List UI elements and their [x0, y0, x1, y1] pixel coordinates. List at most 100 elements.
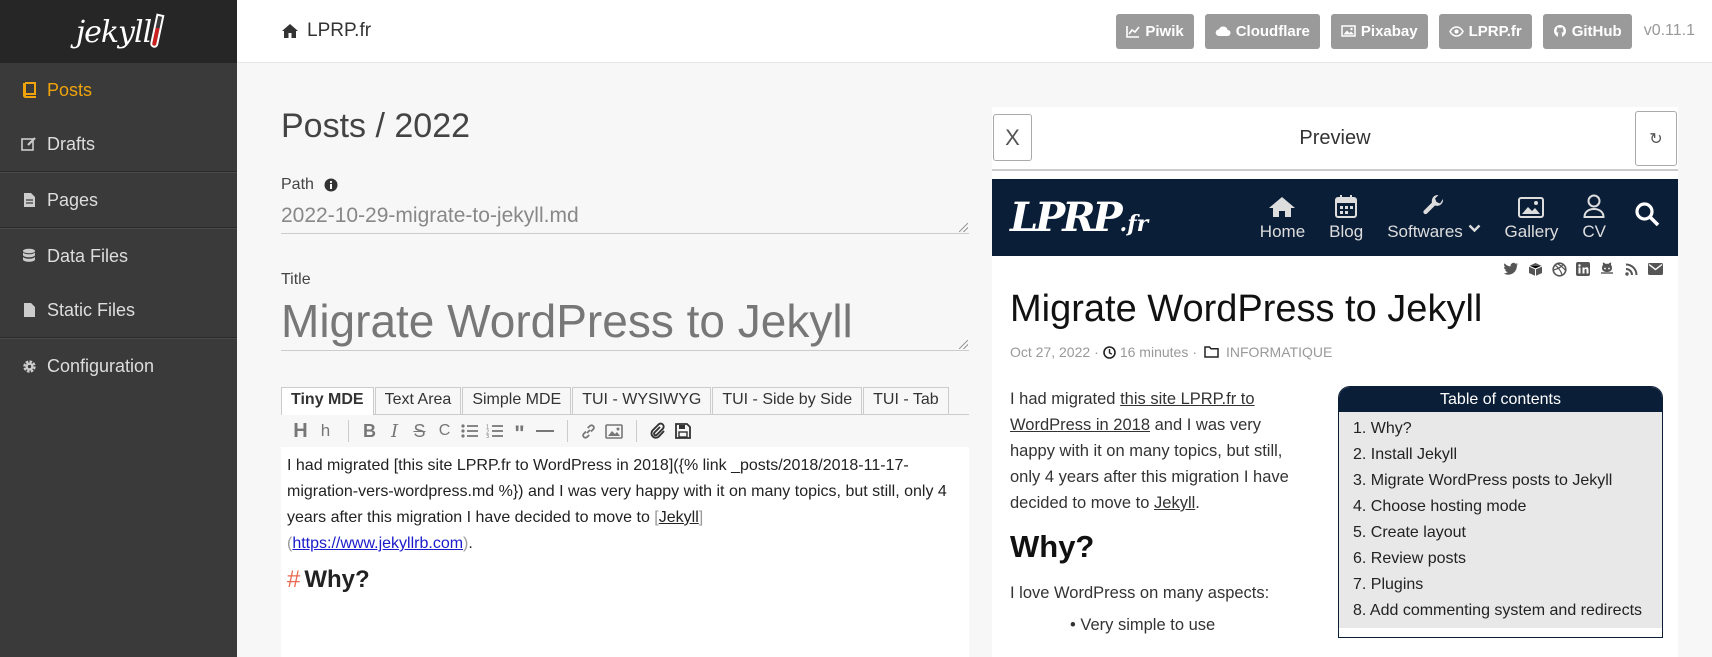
markdown-editor[interactable]: I had migrated [this site LPRP.fr to Wor… [281, 447, 969, 657]
title-input-value: Migrate WordPress to Jekyll [281, 295, 853, 347]
database-icon [20, 248, 38, 264]
section-paragraph: I love WordPress on many aspects: [1010, 584, 1270, 602]
article-title: Migrate WordPress to Jekyll [1010, 288, 1483, 330]
piwik-button[interactable]: Piwik [1116, 13, 1194, 49]
site-menu-label: Home [1259, 221, 1306, 241]
site-menu-label: Gallery [1504, 221, 1559, 241]
reading-time: 16 minutes [1119, 344, 1189, 360]
tab-tiny-mde[interactable]: Tiny MDE [281, 387, 374, 415]
sidebar-item-label: Static Files [47, 299, 136, 320]
strikethrough-icon[interactable]: S [408, 419, 431, 443]
github-icon[interactable] [1599, 261, 1615, 277]
article-meta: Oct 27, 2022 · 16 minutes · INFORMATIQUE [1010, 344, 1678, 360]
pixabay-button[interactable]: Pixabay [1330, 13, 1428, 49]
toc-item[interactable]: 6. Review posts [1353, 546, 1648, 572]
dribbble-icon[interactable] [1551, 261, 1567, 277]
refresh-preview-button[interactable]: ↻ [1635, 111, 1677, 166]
article-date: Oct 27, 2022 [1010, 344, 1091, 360]
sidebar-item-posts[interactable]: Posts [0, 63, 237, 117]
path-input-value: 2022-10-29-migrate-to-jekyll.md [281, 204, 579, 227]
close-preview-button[interactable]: X [993, 114, 1032, 161]
sidebar-item-configuration[interactable]: Configuration [0, 339, 237, 393]
image-icon[interactable] [602, 419, 625, 443]
site-logo-suffix: .fr [1119, 211, 1149, 237]
title-input[interactable]: Migrate WordPress to Jekyll [281, 295, 969, 351]
table-of-contents: Table of contents 1. Why? 2. Install Jek… [1338, 386, 1663, 638]
site-menu-blog[interactable]: Blog [1329, 194, 1363, 242]
toc-item[interactable]: 5. Create layout [1353, 520, 1648, 546]
toc-item[interactable]: 8. Add commenting system and redirects [1353, 598, 1648, 624]
toolbar-divider [348, 420, 349, 442]
tab-simple-mde[interactable]: Simple MDE [462, 387, 572, 414]
jekyll-logo[interactable]: jekyll [0, 0, 237, 63]
paragraph-text: I had migrated [this site LPRP.fr to Wor… [287, 457, 947, 526]
numbered-list-icon[interactable]: 123 [483, 419, 506, 443]
bold-icon[interactable]: B [358, 419, 381, 443]
intro-paragraph: I had migrated this site LPRP.fr to Word… [1010, 386, 1310, 516]
site-menu-label: Softwares [1387, 222, 1480, 242]
sidebar-item-drafts[interactable]: Drafts [0, 117, 237, 171]
toc-item[interactable]: 7. Plugins [1353, 572, 1648, 598]
preview-header: X Preview ↻ [992, 107, 1678, 171]
view-site-button[interactable]: LPRP.fr [1438, 13, 1532, 49]
site-search-button[interactable] [1634, 201, 1660, 232]
post-editor: Posts / 2022 Path 2022-10-29-migrate-to-… [281, 63, 969, 657]
site-menu-gallery[interactable]: Gallery [1504, 196, 1559, 242]
mail-icon[interactable] [1647, 261, 1663, 277]
tab-tui-wysiwyg[interactable]: TUI - WYSIWYG [572, 387, 712, 414]
linkedin-icon[interactable] [1575, 261, 1591, 277]
top-bar: LPRP.fr Piwik Cloudflare Pixabay LPRP.fr… [237, 0, 1712, 63]
rss-icon[interactable] [1623, 261, 1639, 277]
site-breadcrumb[interactable]: LPRP.fr [281, 20, 371, 42]
preview-title: Preview [1299, 126, 1371, 149]
resize-handle[interactable] [959, 340, 968, 349]
eye-icon [1448, 25, 1464, 37]
article-category[interactable]: INFORMATIQUE [1226, 344, 1332, 360]
tab-tui-tab[interactable]: TUI - Tab [863, 387, 949, 414]
github-button[interactable]: GitHub [1542, 13, 1632, 49]
heading-1-icon[interactable]: H [289, 419, 312, 443]
save-icon[interactable] [671, 419, 694, 443]
horizontal-rule-icon[interactable] [533, 419, 556, 443]
heading-marker: # [287, 566, 301, 593]
italic-icon[interactable]: I [383, 419, 406, 443]
heading-2-icon[interactable]: h [314, 419, 337, 443]
bullet-list-icon[interactable] [458, 419, 481, 443]
link-text[interactable]: Jekyll [659, 509, 699, 526]
tab-text-area[interactable]: Text Area [374, 387, 462, 414]
toc-item[interactable]: 2. Install Jekyll [1353, 442, 1648, 468]
heading-text: Why? [304, 566, 370, 593]
path-label: Path [281, 176, 969, 194]
twitter-icon[interactable] [1503, 261, 1519, 277]
toc-list: 1. Why? 2. Install Jekyll 3. Migrate Wor… [1339, 412, 1662, 628]
paperclip-icon[interactable] [646, 419, 669, 443]
sidebar-item-data-files[interactable]: Data Files [0, 229, 237, 283]
jekyll-link[interactable]: Jekyll [1154, 494, 1195, 512]
site-logo[interactable]: LPRP.fr [1010, 194, 1148, 241]
code-icon[interactable]: C [433, 419, 456, 443]
cloudflare-button[interactable]: Cloudflare [1204, 13, 1320, 49]
toc-item[interactable]: 3. Migrate WordPress posts to Jekyll [1353, 468, 1648, 494]
site-menu-cv[interactable]: CV [1582, 194, 1606, 242]
path-input[interactable]: 2022-10-29-migrate-to-jekyll.md [281, 204, 969, 234]
sidebar-item-pages[interactable]: Pages [0, 173, 237, 227]
calendar-icon [1335, 194, 1358, 218]
quote-icon[interactable]: " [508, 419, 531, 445]
tab-tui-side-by-side[interactable]: TUI - Side by Side [712, 387, 863, 414]
link-icon[interactable] [577, 419, 600, 443]
site-logo-main: LPRP [1010, 194, 1123, 241]
resize-handle[interactable] [959, 223, 968, 232]
site-menu-home[interactable]: Home [1260, 196, 1305, 242]
link-url[interactable]: https://www.jekyllrb.com [292, 535, 463, 552]
sidebar-item-label: Data Files [47, 245, 129, 266]
sidebar-item-static-files[interactable]: Static Files [0, 283, 237, 337]
toc-item[interactable]: 4. Choose hosting mode [1353, 494, 1648, 520]
info-icon[interactable] [324, 178, 338, 192]
test-tube-icon [149, 13, 165, 48]
cube-icon[interactable] [1527, 261, 1543, 277]
toc-item[interactable]: 1. Why? [1353, 416, 1648, 442]
bullet-text: Very simple to use [1080, 616, 1216, 634]
site-menu-softwares[interactable]: Softwares [1387, 194, 1480, 242]
site-menu: Home Blog Softwares Gallery CV [1236, 194, 1660, 242]
view-site-label: LPRP.fr [1468, 22, 1522, 40]
